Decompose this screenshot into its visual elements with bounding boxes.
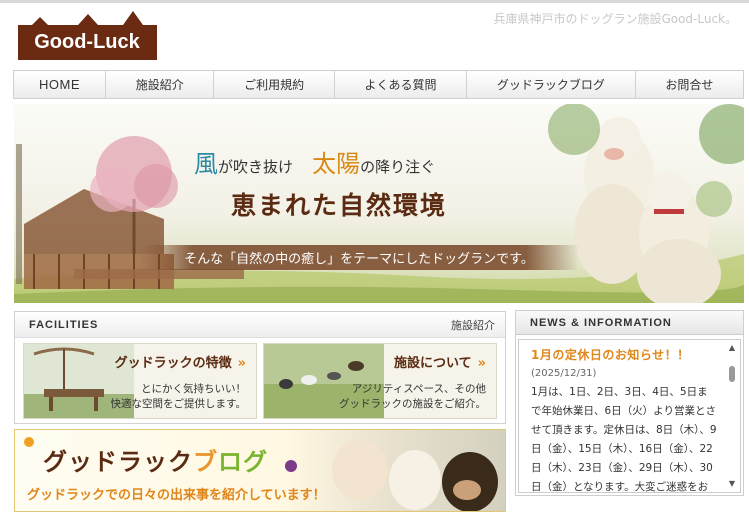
hero-title: 恵まれた自然環境 [231,191,448,220]
features-desc-line2: 快適な空間をご提供します。 [110,398,246,410]
facilities-header: FACILITIES 施設紹介 [15,312,505,338]
hero-banner: 風が吹き抜け 太陽の降り注ぐ 恵まれた自然環境 そんな「自然の中の癒し」をテーマ… [14,104,744,303]
site-logo[interactable]: Good-Luck [18,11,157,60]
svg-text:Good-Luck: Good-Luck [34,31,140,53]
nav-home[interactable]: HOME [14,71,106,98]
blog-description: グッドラックでの日々の出来事を紹介しています！ [27,488,326,503]
blog-title-a: グッドラック [43,448,193,476]
site-tagline: 兵庫県神戸市のドッグラン施設Good-Luck。 [493,12,737,26]
nav-faq[interactable]: よくある質問 [335,71,468,98]
hero-line1-b: の降り注ぐ [360,158,436,176]
facilities-subtitle: 施設紹介 [451,318,495,332]
news-item-date: (2025/12/31) [531,368,597,379]
features-desc-line1: とにかく気持ちいい！ [141,383,246,395]
features-arrow: » [237,356,246,371]
nav-terms[interactable]: ご利用規約 [214,71,335,98]
news-item-title[interactable]: 1月の定休日のお知らせ！！ [531,346,718,363]
scroll-thumb[interactable] [729,366,735,382]
news-scrollbar[interactable]: ▲ ▼ [727,344,737,488]
scroll-down-icon[interactable]: ▼ [727,480,737,488]
about-desc-line1: アジリティスペース、その他 [351,383,486,395]
page: Good-Luck 兵庫県神戸市のドッグラン施設Good-Luck。 HOME … [0,0,749,512]
nav-facilities[interactable]: 施設紹介 [106,71,215,98]
hero-headline: 風が吹き抜け 太陽の降り注ぐ [194,144,435,179]
top-divider [0,0,749,3]
blog-title-c: ログ [218,448,268,476]
about-desc: アジリティスペース、その他 グッドラックの施設をご紹介。 [339,382,486,412]
scroll-up-icon[interactable]: ▲ [727,344,737,352]
news-panel: NEWS & INFORMATION 1月の定休日のお知らせ！！ (2025/1… [515,310,744,496]
hero-caption: そんな「自然の中の癒し」をテーマにしたドッグランです。 [139,245,579,270]
global-nav: HOME 施設紹介 ご利用規約 よくある質問 グッドラックブログ お問合せ [13,70,744,99]
features-desc: とにかく気持ちいい！ 快適な空間をご提供します。 [111,382,246,412]
facilities-section: FACILITIES 施設紹介 グッドラックの特徴 » とにかく気持ちいい！ 快適… [14,311,506,424]
hero-line1-a: が吹き抜け [218,158,294,176]
news-scroll-area[interactable]: 1月の定休日のお知らせ！！ (2025/12/31) 1月は、1日、2日、3日、… [518,339,741,493]
facility-card-about[interactable]: 施設について » アジリティスペース、その他 グッドラックの施設をご紹介。 [263,343,497,419]
about-title: 施設について » [394,352,486,371]
nav-contact[interactable]: お問合せ [636,71,743,98]
features-title-text: グッドラックの特徴 [114,356,232,371]
features-title: グッドラックの特徴 » [115,352,246,371]
hero-taiyo: 太陽 [312,150,361,178]
about-desc-line2: グッドラックの施設をご紹介。 [339,398,486,410]
about-title-text: 施設について [393,356,472,371]
news-header: NEWS & INFORMATION [516,311,743,335]
blog-title: グッドラックブログ [43,442,268,477]
facility-card-features[interactable]: グッドラックの特徴 » とにかく気持ちいい！ 快適な空間をご提供します。 [23,343,257,419]
hero-kaze: 風 [194,150,218,178]
blog-title-b: ブ [193,448,218,476]
blog-banner[interactable]: グッドラックブログ グッドラックでの日々の出来事を紹介しています！ [14,429,506,512]
news-item-text: 1月は、1日、2日、3日、4日、5日まで年始休業日、6日（火）より営業とさせて頂… [531,386,717,493]
facilities-title: FACILITIES [29,318,99,331]
about-arrow: » [477,356,486,371]
nav-blog[interactable]: グッドラックブログ [467,71,636,98]
